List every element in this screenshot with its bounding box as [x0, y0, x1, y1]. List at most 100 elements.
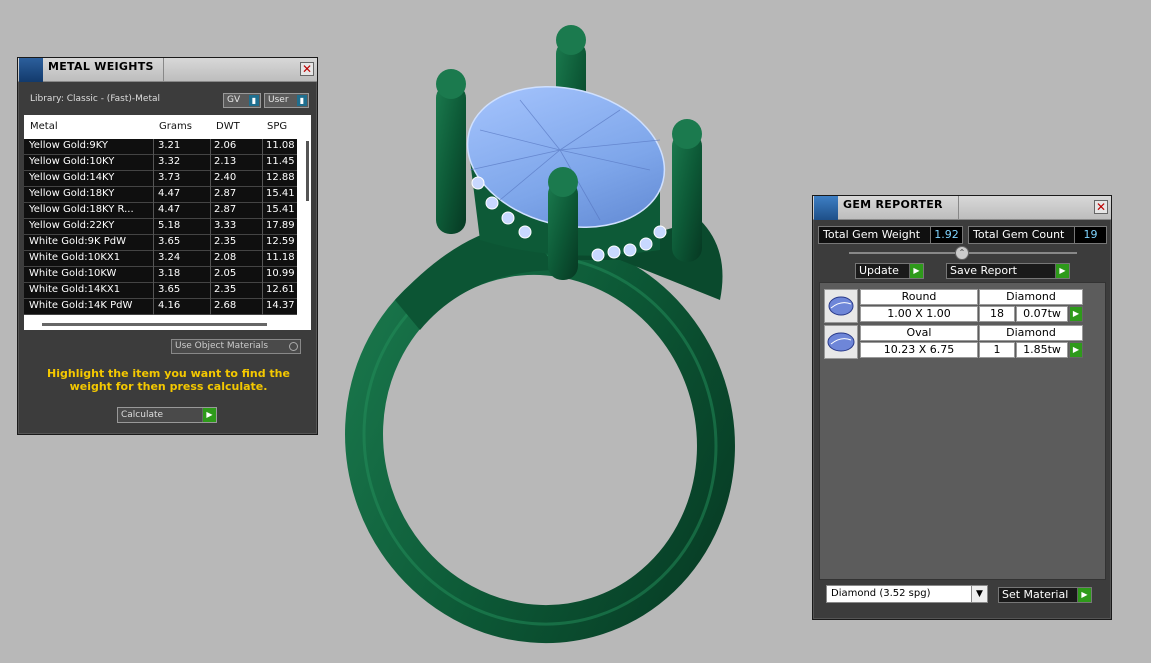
column-separator — [210, 139, 211, 155]
metal-weights-titlebar[interactable]: METAL WEIGHTS ✕ — [18, 58, 317, 82]
column-separator — [262, 187, 263, 203]
metal-weights-title: METAL WEIGHTS — [48, 60, 154, 73]
column-header-spg[interactable]: SPG — [267, 121, 287, 132]
column-separator — [262, 283, 263, 299]
column-separator — [262, 139, 263, 155]
column-header-grams[interactable]: Grams — [159, 121, 192, 132]
column-separator — [262, 235, 263, 251]
round-gem-thumbnail — [824, 289, 858, 323]
play-arrow-icon: ▶ — [1077, 588, 1091, 602]
table-row[interactable]: White Gold:14K PdW 4.16 2.68 14.37 — [24, 299, 297, 315]
radio-circle-icon — [289, 342, 298, 351]
column-header-dwt[interactable]: DWT — [216, 121, 240, 132]
play-arrow-icon[interactable]: ▶ — [1069, 342, 1083, 358]
column-separator — [153, 155, 154, 171]
column-separator — [210, 203, 211, 219]
column-header-metal[interactable]: Metal — [30, 121, 58, 132]
table-row[interactable]: Yellow Gold:14KY 3.73 2.40 12.88 — [24, 171, 297, 187]
table-row[interactable]: Yellow Gold:10KY 3.32 2.13 11.45 — [24, 155, 297, 171]
column-separator — [210, 251, 211, 267]
play-arrow-icon: ▶ — [909, 264, 923, 278]
column-separator — [210, 155, 211, 171]
grams-cell: 3.18 — [158, 268, 181, 279]
close-icon[interactable]: ✕ — [1094, 200, 1108, 214]
dwt-cell: 2.35 — [214, 284, 237, 295]
spg-cell: 11.08 — [266, 140, 295, 151]
gem-size: 10.23 X 6.75 — [860, 342, 978, 358]
set-material-label: Set Material — [1002, 588, 1069, 601]
user-label: User — [268, 95, 289, 105]
use-object-materials-toggle[interactable]: Use Object Materials — [171, 339, 301, 354]
column-separator — [262, 155, 263, 171]
spg-cell: 14.37 — [266, 300, 295, 311]
set-material-button[interactable]: Set Material ▶ — [998, 587, 1092, 603]
total-gem-weight-value: 1.92 — [930, 227, 962, 243]
gem-reporter-titlebar[interactable]: GEM REPORTER ✕ — [813, 196, 1111, 220]
spg-cell: 12.88 — [266, 172, 295, 183]
metal-cell: Yellow Gold:14KY — [29, 172, 115, 183]
gv-dropdown-icon: ▮ — [249, 95, 259, 106]
material-select-value: Diamond (3.52 spg) — [831, 588, 931, 599]
gem-item-oval[interactable]: Oval Diamond 10.23 X 6.75 1 1.85tw ▶ — [824, 325, 1084, 359]
table-header: Metal Grams DWT SPG — [24, 115, 311, 139]
table-row[interactable]: White Gold:10KW 3.18 2.05 10.99 — [24, 267, 297, 283]
total-gem-count-value: 19 — [1074, 227, 1106, 243]
play-arrow-icon: ▶ — [1055, 264, 1069, 278]
gem-item-round[interactable]: Round Diamond 1.00 X 1.00 18 0.07tw ▶ — [824, 289, 1084, 323]
metal-cell: White Gold:10KW — [29, 268, 117, 279]
table-row[interactable]: Yellow Gold:9KY 3.21 2.06 11.08 — [24, 139, 297, 155]
spg-cell: 17.89 — [266, 220, 295, 231]
column-separator — [262, 267, 263, 283]
column-separator — [210, 267, 211, 283]
table-row[interactable]: White Gold:9K PdW 3.65 2.35 12.59 — [24, 235, 297, 251]
user-select[interactable]: User ▮ — [264, 93, 309, 108]
vertical-scrollbar[interactable] — [306, 141, 309, 201]
save-report-button[interactable]: Save Report ▶ — [946, 263, 1070, 279]
column-separator — [262, 299, 263, 315]
play-arrow-icon: ▶ — [202, 408, 216, 422]
metal-cell: White Gold:14KX1 — [29, 284, 121, 295]
table-row[interactable]: White Gold:14KX1 3.65 2.35 12.61 — [24, 283, 297, 299]
gem-count: 18 — [979, 306, 1015, 322]
spg-cell: 11.18 — [266, 252, 295, 263]
grams-cell: 4.47 — [158, 204, 181, 215]
gem-list[interactable]: Round Diamond 1.00 X 1.00 18 0.07tw ▶ Ov… — [819, 282, 1106, 580]
metal-cell: White Gold:10KX1 — [29, 252, 121, 263]
column-separator — [210, 235, 211, 251]
total-gem-weight: Total Gem Weight 1.92 — [818, 226, 963, 244]
table-row[interactable]: Yellow Gold:22KY 5.18 3.33 17.89 — [24, 219, 297, 235]
spg-cell: 10.99 — [266, 268, 295, 279]
metal-weights-panel: METAL WEIGHTS ✕ Library: Classic - (Fast… — [17, 57, 318, 435]
splitter-handle-icon[interactable]: ⌃ — [955, 246, 969, 260]
material-select[interactable]: Diamond (3.52 spg) ▼ — [826, 585, 988, 603]
dwt-cell: 3.33 — [214, 220, 237, 231]
calculate-button[interactable]: Calculate ▶ — [117, 407, 217, 423]
column-separator — [153, 251, 154, 267]
grams-cell: 3.21 — [158, 140, 181, 151]
column-separator — [153, 139, 154, 155]
grams-cell: 3.65 — [158, 236, 181, 247]
table-row[interactable]: White Gold:10KX1 3.24 2.08 11.18 — [24, 251, 297, 267]
spg-cell: 15.41 — [266, 204, 295, 215]
dwt-cell: 2.13 — [214, 156, 237, 167]
total-gem-count-label: Total Gem Count — [973, 228, 1065, 241]
column-separator — [262, 171, 263, 187]
column-separator — [153, 171, 154, 187]
gem-weight: 1.85tw — [1016, 342, 1068, 358]
table-row[interactable]: Yellow Gold:18KY 4.47 2.87 15.41 — [24, 187, 297, 203]
table-row[interactable]: Yellow Gold:18KY R... 4.47 2.87 15.41 — [24, 203, 297, 219]
close-icon[interactable]: ✕ — [300, 62, 314, 76]
column-separator — [153, 203, 154, 219]
user-dropdown-icon: ▮ — [297, 95, 307, 106]
gv-label: GV — [227, 95, 241, 105]
save-report-label: Save Report — [950, 264, 1017, 277]
metal-table[interactable]: Metal Grams DWT SPG Yellow Gold:9KY 3.21 2… — [24, 115, 311, 330]
column-separator — [210, 283, 211, 299]
horizontal-scrollbar[interactable] — [42, 323, 267, 326]
column-separator — [262, 203, 263, 219]
play-arrow-icon[interactable]: ▶ — [1069, 306, 1083, 322]
dwt-cell: 2.87 — [214, 204, 237, 215]
grams-cell: 3.24 — [158, 252, 181, 263]
gv-select[interactable]: GV ▮ — [223, 93, 261, 108]
update-button[interactable]: Update ▶ — [855, 263, 924, 279]
